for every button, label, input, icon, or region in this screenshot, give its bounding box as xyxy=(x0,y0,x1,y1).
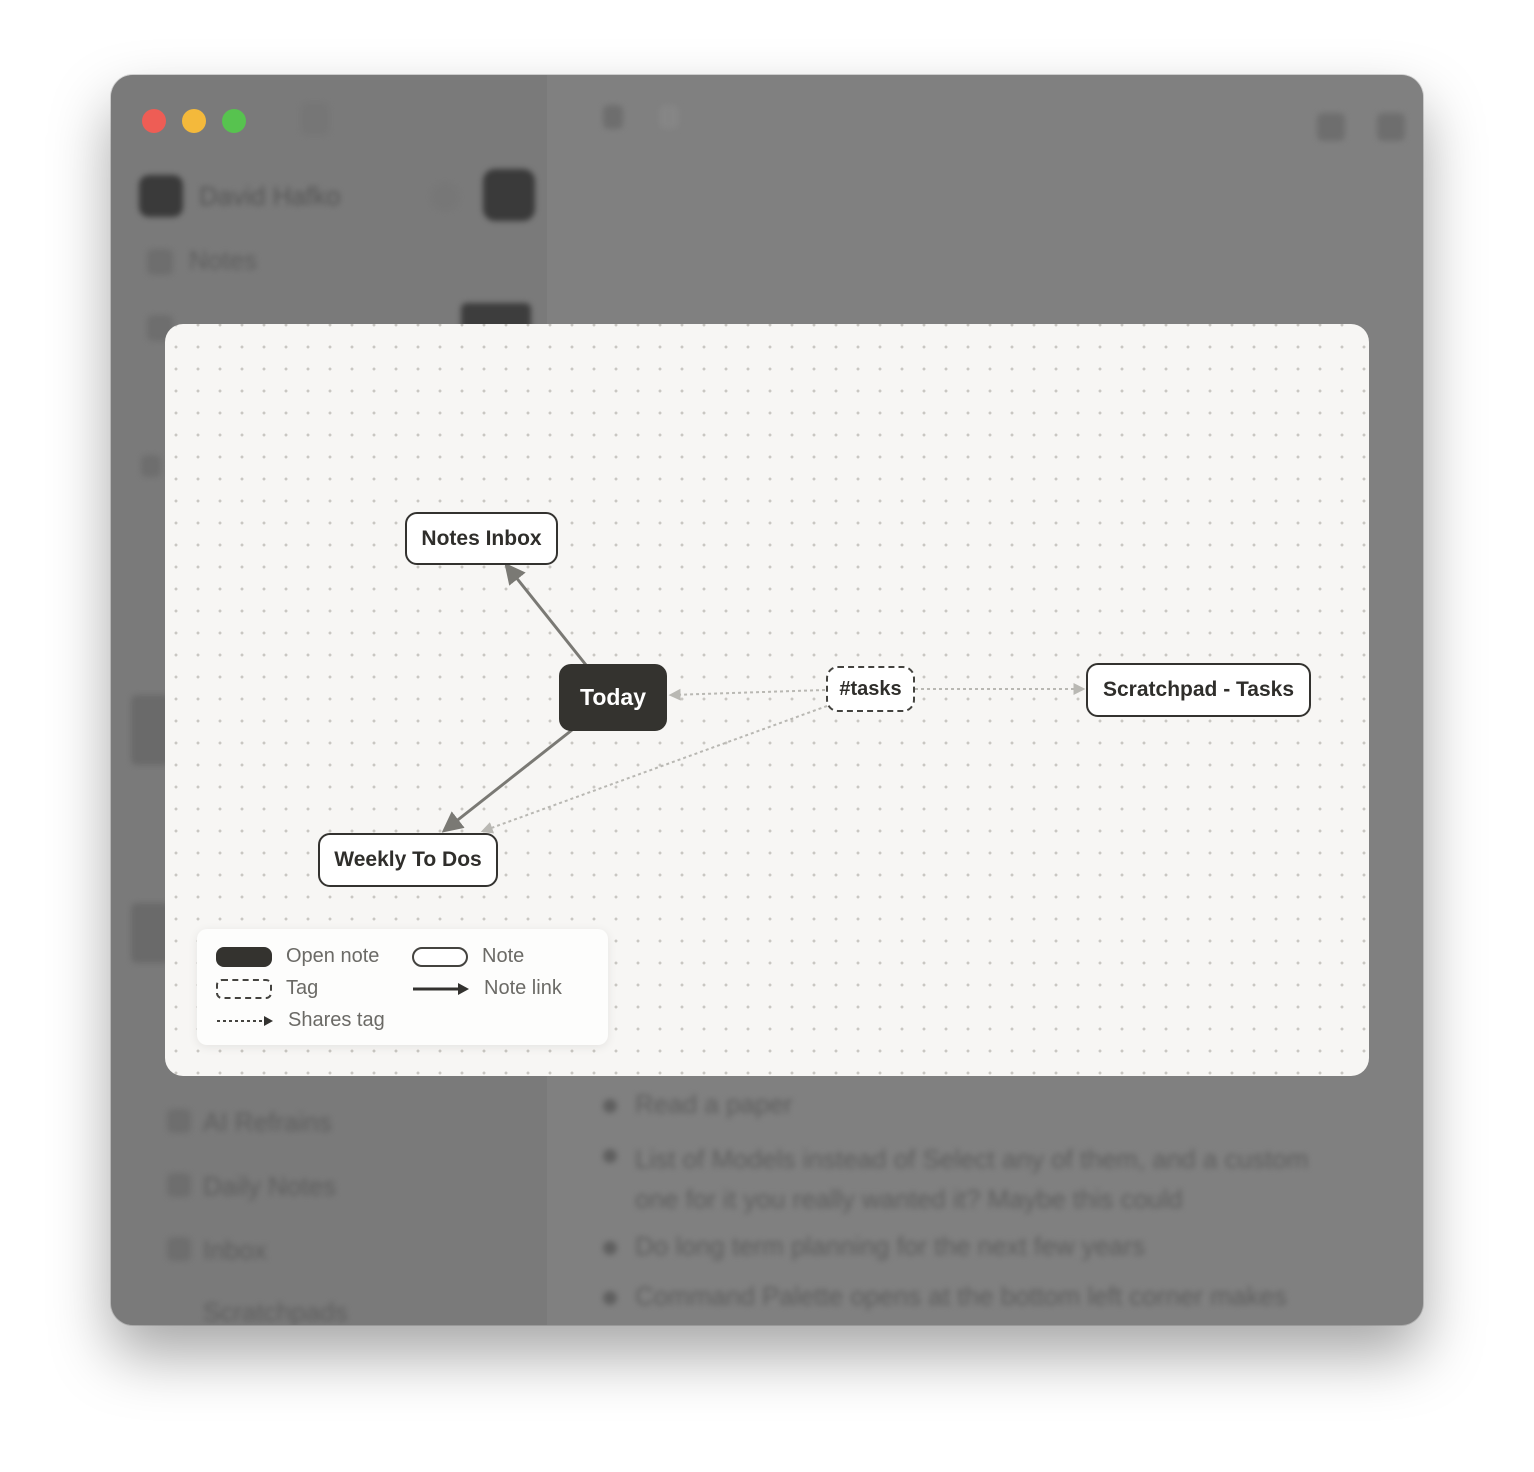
edge-today-weekly-todos xyxy=(441,728,573,833)
list-item[interactable]: Do long term planning for the next few y… xyxy=(635,1231,1145,1262)
share-icon[interactable] xyxy=(1317,113,1345,141)
legend-note-link-label: Note link xyxy=(484,977,562,999)
bullet-icon xyxy=(603,1149,617,1163)
daily-notes-icon xyxy=(167,1173,191,1197)
inbox-icon xyxy=(167,1237,191,1261)
graph-node-today[interactable]: Today xyxy=(559,664,667,731)
avatar xyxy=(139,175,183,217)
legend-tag: Tag xyxy=(216,977,318,1000)
note-swatch xyxy=(412,946,468,967)
edge-tasks-today xyxy=(668,688,826,701)
sidebar-item-scratchpads[interactable]: Scratchpads xyxy=(203,1297,348,1325)
settings-icon[interactable] xyxy=(431,183,459,211)
sidebar-toggle-icon[interactable] xyxy=(301,103,329,135)
more-icon[interactable] xyxy=(1377,113,1405,141)
graph-view-modal: Notes Inbox Today #tasks Scratchpad - Ta… xyxy=(165,324,1369,1076)
notes-icon xyxy=(147,249,173,275)
list-item[interactable]: Read a paper xyxy=(635,1089,793,1120)
sidebar-item-notes[interactable]: Notes xyxy=(189,245,257,276)
forward-icon[interactable] xyxy=(659,105,679,129)
sidebar-item-daily-notes[interactable]: Daily Notes xyxy=(203,1171,336,1202)
graph-node-notes-inbox[interactable]: Notes Inbox xyxy=(405,512,558,565)
graph-node-weekly-todos[interactable]: Weekly To Dos xyxy=(318,833,498,887)
legend-note: Note xyxy=(412,945,524,968)
legend-note-link: Note link xyxy=(412,977,562,1000)
bullet-icon xyxy=(603,1291,617,1305)
sidebar-item-ai-refrains[interactable]: AI Refrains xyxy=(203,1107,332,1138)
ai-refrains-icon xyxy=(167,1109,191,1133)
sidebar-item-inbox[interactable]: Inbox xyxy=(203,1235,267,1266)
maximize-window-button[interactable] xyxy=(222,109,246,133)
list-item[interactable]: Command Palette opens at the bottom left… xyxy=(635,1281,1287,1312)
note-link-arrow-icon xyxy=(413,982,469,995)
open-note-swatch xyxy=(216,946,272,967)
new-note-button[interactable] xyxy=(483,169,535,221)
workspace-name[interactable]: David Hafko xyxy=(199,181,341,212)
graph-node-tasks-tag[interactable]: #tasks xyxy=(826,666,915,712)
minimize-window-button[interactable] xyxy=(182,109,206,133)
legend-open-note: Open note xyxy=(216,945,379,968)
bullet-icon xyxy=(603,1099,617,1113)
legend-open-note-label: Open note xyxy=(286,945,380,967)
bullet-icon xyxy=(603,1241,617,1255)
shares-tag-arrow-icon xyxy=(217,1015,273,1026)
legend-shares-tag: Shares tag xyxy=(216,1009,385,1032)
tag-swatch xyxy=(216,978,272,999)
graph-node-scratchpad-tasks[interactable]: Scratchpad - Tasks xyxy=(1086,663,1311,717)
edge-today-notes-inbox xyxy=(504,562,588,666)
graph-legend: Open note Note Tag Note link Shares tag xyxy=(197,929,608,1045)
legend-note-label: Note xyxy=(482,945,525,967)
list-item[interactable]: List of Models instead of Select any of … xyxy=(635,1139,1355,1219)
legend-tag-label: Tag xyxy=(286,977,319,999)
close-window-button[interactable] xyxy=(142,109,166,133)
legend-shares-tag-label: Shares tag xyxy=(288,1009,385,1031)
sidebar-section-label xyxy=(141,455,161,477)
back-icon[interactable] xyxy=(603,105,623,129)
